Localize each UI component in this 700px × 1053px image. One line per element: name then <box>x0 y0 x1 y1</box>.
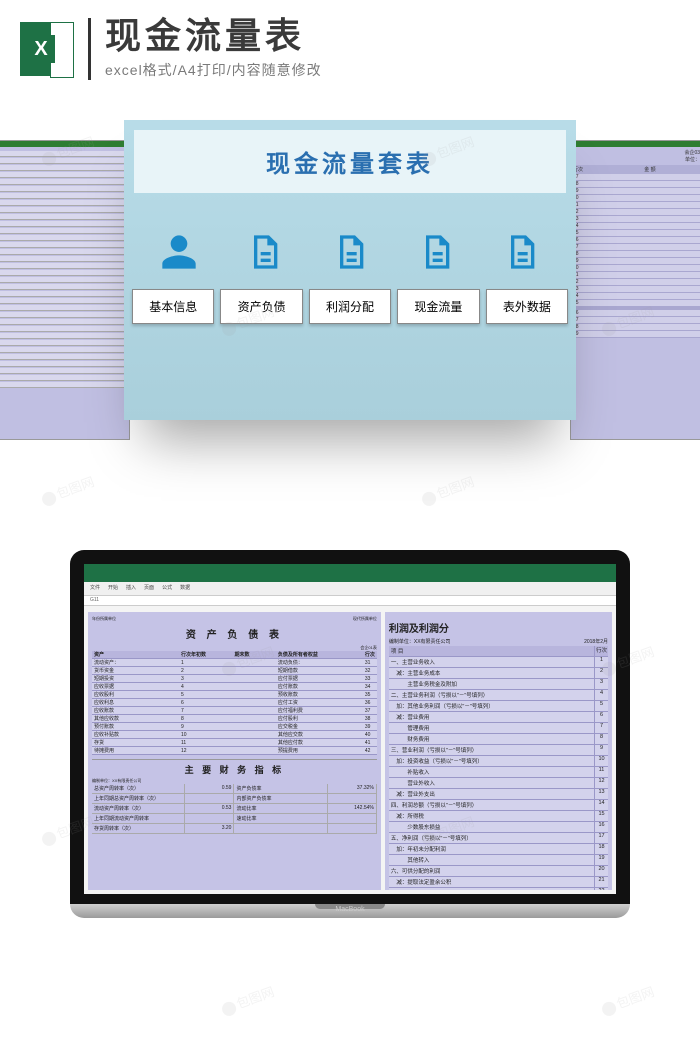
ribbon-tab[interactable]: 页面 <box>144 584 154 593</box>
excel-x: X <box>27 35 55 63</box>
profit-title: 利润及利润分 <box>389 616 608 637</box>
form-number: 会企03表 <box>575 149 700 156</box>
laptop-brand: MacBook <box>70 906 630 913</box>
sheet-title: 资 产 负 债 表 <box>92 622 377 645</box>
ribbon-tab[interactable]: 插入 <box>126 584 136 593</box>
laptop-mockup: 文件开始插入页面公式数据 G11 年份所属单位 现代所属单位 资 产 负 债 表… <box>70 550 630 913</box>
card-title: 现金流量套表 <box>134 130 566 193</box>
page-header: X 现金流量表 excel格式/A4打印/内容随意修改 <box>0 0 700 90</box>
fin-indicators-title: 主 要 财 务 指 标 <box>92 759 377 778</box>
ribbon-tab[interactable]: 开始 <box>108 584 118 593</box>
col-row-num: 行次 <box>573 166 593 173</box>
menu-card: 现金流量套表 基本信息资产负债利润分配现金流量表外数据 <box>124 120 576 420</box>
profit-company: 编制单位：XX有限责任公司 <box>389 638 451 645</box>
col-amount: 金 额 <box>593 166 700 173</box>
menu-button-0[interactable]: 基本信息 <box>132 289 214 324</box>
watermark: 包图网 <box>614 984 656 1011</box>
document-icon <box>330 229 370 275</box>
cell-reference: G11 <box>90 597 99 603</box>
col-rownum: 行次 <box>594 646 608 656</box>
excel-ribbon: 文件开始插入页面公式数据 <box>84 582 616 596</box>
unit-label: 单位：元 <box>575 156 700 163</box>
person-icon <box>159 229 199 275</box>
page-subtitle: excel格式/A4打印/内容随意修改 <box>105 60 322 80</box>
ribbon-tab[interactable]: 公式 <box>162 584 172 593</box>
ribbon-tab[interactable]: 文件 <box>90 584 100 593</box>
menu-button-3[interactable]: 现金流量 <box>397 289 479 324</box>
document-icon <box>501 229 541 275</box>
col-item: 项 目 <box>389 646 594 656</box>
bg-sheet-right: 会企03表 单位：元 行次 金 额 5758596061626364656667… <box>570 140 700 440</box>
ribbon-tab[interactable]: 数据 <box>180 584 190 593</box>
meta-left: 年份所属单位 <box>92 616 116 622</box>
excel-file-icon: X <box>20 22 74 76</box>
document-icon <box>244 229 284 275</box>
meta-right: 现代所属单位 <box>353 616 377 622</box>
menu-button-2[interactable]: 利润分配 <box>309 289 391 324</box>
preview-section: 会企03表 单位：元 行次 金 额 5758596061626364656667… <box>0 110 700 500</box>
menu-button-1[interactable]: 资产负债 <box>220 289 302 324</box>
profit-date: 2018年2月 <box>584 638 608 645</box>
document-icon <box>416 229 456 275</box>
balance-sheet: 年份所属单位 现代所属单位 资 产 负 债 表 会企01表 资产行次年初数期末数… <box>88 612 381 890</box>
page-title: 现金流量表 <box>105 18 322 54</box>
profit-sheet: 利润及利润分 编制单位：XX有限责任公司 2018年2月 项 目 行次 一、主营… <box>385 612 612 890</box>
menu-button-4[interactable]: 表外数据 <box>486 289 568 324</box>
watermark: 包图网 <box>234 984 276 1011</box>
bg-sheet-left <box>0 140 130 440</box>
